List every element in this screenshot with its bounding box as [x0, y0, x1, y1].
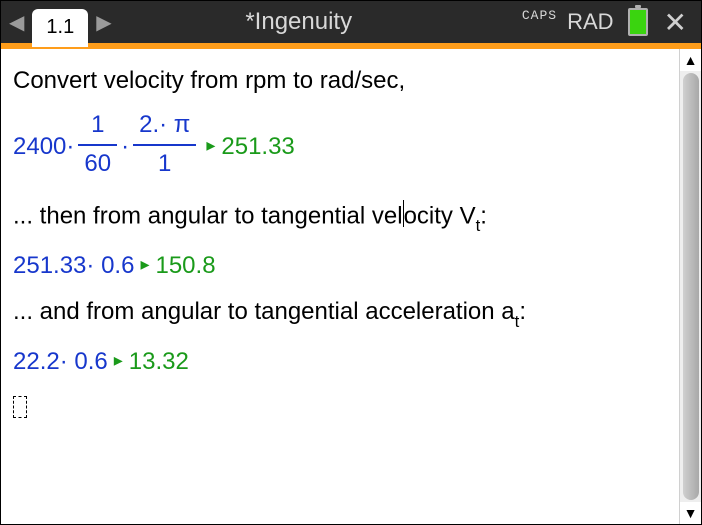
close-icon[interactable]: ✕ — [658, 6, 693, 39]
scroll-track[interactable] — [683, 73, 699, 500]
workspace: Convert velocity from rpm to rad/sec, 24… — [1, 49, 701, 524]
fraction-denominator: 60 — [78, 144, 117, 180]
comment-text: ... then from angular to tangential vel — [13, 203, 403, 230]
input-cursor-box[interactable] — [13, 392, 669, 427]
expr-part: 2400· — [13, 131, 74, 163]
tab-strip: ◀ 1.1 ▶ — [1, 1, 116, 43]
status-area: CAPS RAD ✕ — [522, 6, 701, 39]
vertical-scrollbar[interactable]: ▲ ▼ — [679, 49, 701, 524]
subscript: t — [476, 216, 481, 235]
caps-indicator: CAPS — [522, 8, 557, 23]
notes-content[interactable]: Convert velocity from rpm to rad/sec, 24… — [1, 49, 679, 524]
fraction-numerator: 2.· π — [133, 109, 196, 143]
result-arrow-icon: ▸ — [108, 348, 129, 372]
result-value: 251.33 — [221, 131, 294, 163]
expr-part: · — [121, 131, 129, 163]
scroll-down-button[interactable]: ▼ — [680, 502, 701, 524]
comment-text: Convert velocity from rpm to rad/sec, — [13, 67, 405, 94]
result-arrow-icon: ▸ — [134, 252, 155, 276]
fraction: 1 60 — [78, 109, 117, 180]
fraction-denominator: 1 — [133, 144, 196, 180]
comment-text: ocity V — [404, 203, 476, 230]
subscript: t — [515, 312, 520, 331]
result-arrow-icon: ▸ — [200, 133, 221, 157]
tab-prev-icon[interactable]: ◀ — [5, 10, 28, 35]
result-value: 150.8 — [155, 250, 215, 282]
calc-line: 2400· 1 60 · 2.· π 1 ▸ 251.33 — [13, 111, 669, 182]
result-value: 13.32 — [129, 346, 189, 378]
calc-line: 22.2· 0.6 ▸ 13.32 — [13, 346, 669, 378]
fraction-numerator: 1 — [78, 109, 117, 143]
tab-next-icon[interactable]: ▶ — [92, 10, 115, 35]
comment-text: : — [480, 203, 487, 230]
expr-part: 22.2· 0.6 — [13, 346, 108, 378]
comment-line: ... and from angular to tangential accel… — [13, 296, 669, 331]
tab-label: 1.1 — [46, 16, 74, 38]
comment-line: Convert velocity from rpm to rad/sec, — [13, 65, 669, 97]
title-bar: ◀ 1.1 ▶ *Ingenuity CAPS RAD ✕ — [1, 1, 701, 43]
comment-text: : — [519, 298, 526, 325]
expr-part: 251.33· 0.6 — [13, 250, 134, 282]
scroll-up-button[interactable]: ▲ — [680, 49, 701, 71]
document-title: *Ingenuity — [116, 8, 522, 36]
scroll-thumb[interactable] — [683, 73, 699, 500]
angle-mode-indicator: RAD — [567, 9, 613, 35]
calc-line: 251.33· 0.6 ▸ 150.8 — [13, 250, 669, 282]
fraction: 2.· π 1 — [133, 109, 196, 180]
comment-text: ... and from angular to tangential accel… — [13, 298, 515, 325]
tab-current[interactable]: 1.1 — [32, 9, 88, 47]
comment-line: ... then from angular to tangential velo… — [13, 200, 669, 236]
cursor-placeholder-icon — [13, 396, 27, 418]
battery-icon — [628, 8, 648, 36]
